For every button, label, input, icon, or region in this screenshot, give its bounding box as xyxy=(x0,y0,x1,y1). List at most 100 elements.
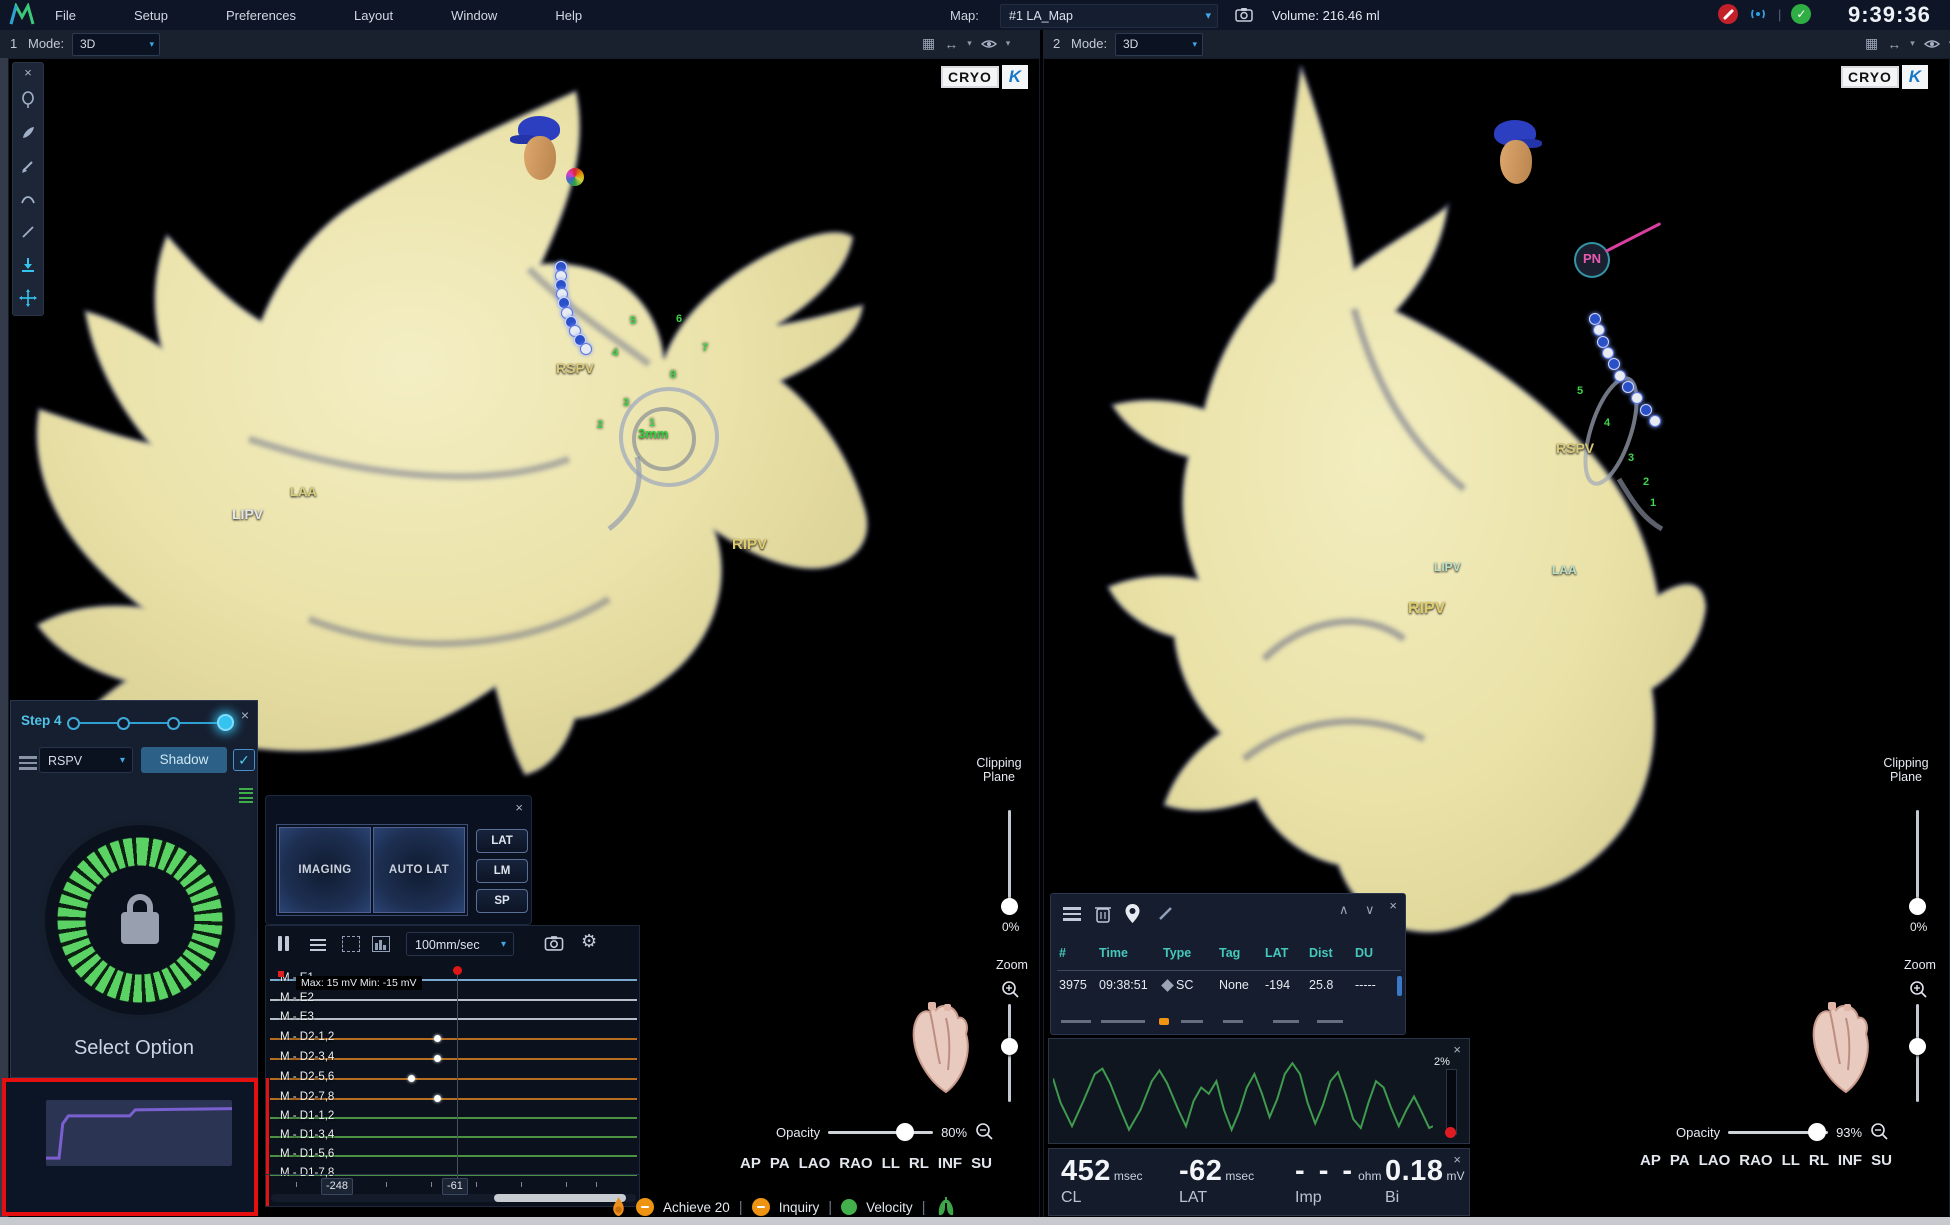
table-header-tag[interactable]: Tag xyxy=(1219,946,1265,960)
layout-grid-icon[interactable]: ▦ xyxy=(922,35,935,52)
inquiry-status-icon[interactable] xyxy=(752,1198,770,1216)
imaging-button[interactable]: IMAGING xyxy=(279,827,371,913)
orientation-ll[interactable]: LL xyxy=(882,1155,900,1172)
sp-button[interactable]: SP xyxy=(476,889,528,913)
lm-button[interactable]: LM xyxy=(476,859,528,883)
orientation-su[interactable]: SU xyxy=(1871,1152,1892,1169)
clipping-plane-slider-thumb[interactable] xyxy=(1001,898,1018,915)
orientation-rao[interactable]: RAO xyxy=(839,1155,872,1172)
ecg-scrollbar[interactable] xyxy=(271,1194,636,1202)
pane1-mode-dropdown[interactable]: 3D ▾ xyxy=(72,33,160,56)
heart-reference-icon-2[interactable] xyxy=(1806,1000,1870,1098)
orientation-pa[interactable]: PA xyxy=(770,1155,790,1172)
zoom-in-icon[interactable] xyxy=(1909,980,1929,1000)
edit-pencil-icon[interactable] xyxy=(1157,904,1175,922)
menu-setup[interactable]: Setup xyxy=(134,8,168,23)
histogram-icon[interactable] xyxy=(372,936,390,952)
record-status-icon[interactable] xyxy=(1718,4,1738,24)
orientation-inf[interactable]: INF xyxy=(1838,1152,1862,1169)
orientation-rl[interactable]: RL xyxy=(909,1155,929,1172)
velocity-status-icon[interactable] xyxy=(841,1199,857,1215)
move-tool-icon[interactable] xyxy=(13,281,43,314)
auto-lat-button[interactable]: AUTO LAT xyxy=(373,827,465,913)
ecg-scrollbar-thumb[interactable] xyxy=(494,1194,626,1202)
pane2-mode-dropdown[interactable]: 3D ▾ xyxy=(1115,33,1203,56)
lat-button[interactable]: LAT xyxy=(476,829,528,853)
table-header-time[interactable]: Time xyxy=(1099,946,1163,960)
menu-help[interactable]: Help xyxy=(555,8,582,23)
zoom-out-icon[interactable] xyxy=(975,1122,995,1142)
table-scrollbar-thumb[interactable] xyxy=(1397,976,1402,996)
opacity-slider[interactable] xyxy=(828,1131,933,1134)
occlusion-dial[interactable] xyxy=(39,819,241,1021)
menu-file[interactable]: File xyxy=(55,8,76,23)
spiral-catheter-side[interactable] xyxy=(1575,373,1647,490)
pencil-tool-icon[interactable] xyxy=(13,149,43,182)
table-header-dist[interactable]: Dist xyxy=(1309,946,1355,960)
vein-dropdown[interactable]: RSPV ▾ xyxy=(39,747,133,773)
respiration-threshold-handle[interactable] xyxy=(1445,1127,1456,1138)
close-icon[interactable]: × xyxy=(515,800,523,815)
pan-tool-icon[interactable]: ↔ xyxy=(1887,36,1901,52)
green-list-icon[interactable] xyxy=(239,785,253,806)
pan-tool-icon[interactable]: ↔ xyxy=(944,36,958,52)
caliper-line[interactable] xyxy=(457,972,458,1188)
layout-grid-icon[interactable]: ▦ xyxy=(1865,35,1878,52)
caliper-handle[interactable] xyxy=(453,966,462,975)
drop-to-surface-icon[interactable] xyxy=(13,248,43,281)
table-row[interactable]: 397509:38:51SCNone-19425.8----- xyxy=(1059,978,1399,992)
shadow-checkbox[interactable]: ✓ xyxy=(233,749,255,771)
opacity-slider-thumb[interactable] xyxy=(896,1123,914,1141)
orientation-rl[interactable]: RL xyxy=(1809,1152,1829,1169)
opacity-slider-2[interactable] xyxy=(1728,1131,1828,1134)
sweep-speed-dropdown[interactable]: 100mm/sec ▾ xyxy=(406,932,514,956)
phrenic-nerve-marker[interactable]: PN xyxy=(1574,242,1610,278)
achieve-status-icon[interactable] xyxy=(636,1198,654,1216)
table-header-num[interactable]: # xyxy=(1059,946,1099,960)
zoom-slider-thumb-2[interactable] xyxy=(1909,1038,1926,1055)
menu-preferences[interactable]: Preferences xyxy=(226,8,296,23)
step-dot-3[interactable] xyxy=(167,717,180,730)
table-header-du[interactable]: DU xyxy=(1355,946,1395,960)
orientation-su[interactable]: SU xyxy=(971,1155,992,1172)
clipping-plane-slider-thumb-2[interactable] xyxy=(1909,898,1926,915)
system-ok-icon[interactable]: ✓ xyxy=(1791,4,1811,24)
shadow-button[interactable]: Shadow xyxy=(141,747,227,773)
trace-list-icon[interactable] xyxy=(310,936,326,954)
previous-point-icon[interactable]: ∧ xyxy=(1339,902,1349,918)
step-dot-1[interactable] xyxy=(67,717,80,730)
orientation-ll[interactable]: LL xyxy=(1782,1152,1800,1169)
menu-layout[interactable]: Layout xyxy=(354,8,393,23)
visibility-icon[interactable] xyxy=(1924,38,1940,50)
close-icon[interactable]: × xyxy=(1453,1042,1461,1057)
chevron-down-icon[interactable]: ▾ xyxy=(967,38,972,49)
map-dropdown[interactable]: #1 LA_Map ▾ xyxy=(1000,4,1218,28)
balloon-tool-icon[interactable] xyxy=(13,83,43,116)
table-header-lat[interactable]: LAT xyxy=(1265,946,1309,960)
menu-icon[interactable] xyxy=(1063,904,1081,924)
orientation-rao[interactable]: RAO xyxy=(1739,1152,1772,1169)
next-point-icon[interactable]: ∨ xyxy=(1365,902,1375,918)
lungs-icon[interactable] xyxy=(935,1197,957,1217)
close-icon[interactable]: × xyxy=(1389,898,1397,913)
clipping-plane-slider-2[interactable] xyxy=(1916,810,1919,902)
respiration-threshold-slider[interactable] xyxy=(1446,1069,1457,1135)
table-header-type[interactable]: Type xyxy=(1163,946,1219,960)
delete-point-icon[interactable] xyxy=(1095,904,1111,923)
clipping-plane-slider[interactable] xyxy=(1008,810,1011,902)
zoom-slider-thumb[interactable] xyxy=(1001,1038,1018,1055)
snapshot-camera-icon[interactable] xyxy=(544,935,564,951)
orientation-inf[interactable]: INF xyxy=(938,1155,962,1172)
chevron-down-icon[interactable]: ▾ xyxy=(1910,38,1915,49)
visibility-icon[interactable] xyxy=(981,38,997,50)
step-dot-2[interactable] xyxy=(117,717,130,730)
orientation-lao[interactable]: LAO xyxy=(1699,1152,1731,1169)
brush-tool-icon[interactable] xyxy=(13,116,43,149)
heart-reference-icon[interactable] xyxy=(906,1000,970,1098)
orientation-pa[interactable]: PA xyxy=(1670,1152,1690,1169)
camera-icon[interactable] xyxy=(1235,7,1253,22)
line-tool-icon[interactable] xyxy=(13,215,43,248)
menu-window[interactable]: Window xyxy=(451,8,497,23)
curve-tool-icon[interactable] xyxy=(13,182,43,215)
zoom-out-icon[interactable] xyxy=(1870,1122,1890,1142)
